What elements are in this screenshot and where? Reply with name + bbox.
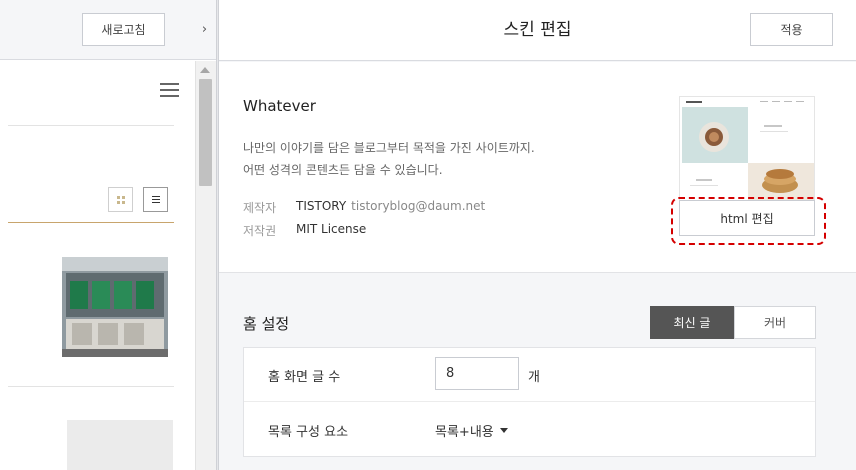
tab-cover[interactable]: 커버 bbox=[734, 306, 816, 339]
apply-button[interactable]: 적용 bbox=[750, 13, 833, 46]
editor-header: 스킨 편집 적용 bbox=[219, 0, 856, 61]
preview-divider-accent bbox=[8, 222, 174, 223]
chevron-right-icon: › bbox=[201, 22, 208, 37]
skin-name: Whatever bbox=[243, 97, 316, 115]
license-label: 저작권 bbox=[243, 224, 277, 238]
license-row: 저작권 MIT License bbox=[243, 222, 366, 239]
grid-icon bbox=[116, 195, 125, 204]
post-count-label: 홈 화면 글 수 bbox=[268, 370, 341, 385]
preview-divider bbox=[8, 386, 174, 387]
author-label: 제작자 bbox=[243, 201, 277, 215]
author-email: tistoryblog@daum.net bbox=[351, 199, 486, 213]
blog-preview[interactable] bbox=[0, 61, 195, 470]
list-components-row: 목록 구성 요소 목록+내용 bbox=[244, 403, 815, 457]
preview-toolbar: 새로고침 › bbox=[0, 0, 216, 60]
author-row: 제작자 TISTORY tistoryblog@daum.net bbox=[243, 199, 485, 216]
tab-recent-posts[interactable]: 최신 글 bbox=[650, 306, 734, 339]
skin-editor-pane: 스킨 편집 적용 Whatever 나만의 이야기를 담은 블로그부터 목적을 … bbox=[219, 0, 856, 470]
refresh-button[interactable]: 새로고침 bbox=[82, 13, 165, 46]
caret-down-icon bbox=[499, 428, 508, 433]
grid-view-button[interactable] bbox=[108, 187, 133, 212]
post-thumbnail[interactable] bbox=[62, 257, 168, 357]
license-value: MIT License bbox=[296, 222, 367, 236]
skin-info-section: Whatever 나만의 이야기를 담은 블로그부터 목적을 가진 사이트까지.… bbox=[219, 62, 856, 273]
list-components-dropdown[interactable]: 목록+내용 bbox=[435, 421, 508, 440]
home-settings-title: 홈 설정 bbox=[243, 315, 290, 333]
skin-thumbnail bbox=[679, 96, 815, 202]
author-name: TISTORY bbox=[296, 199, 347, 213]
post-count-row: 홈 화면 글 수 개 bbox=[244, 348, 815, 402]
post-count-input[interactable] bbox=[435, 357, 519, 390]
list-components-label: 목록 구성 요소 bbox=[268, 425, 349, 440]
preview-pane: 새로고침 › bbox=[0, 0, 216, 470]
post-count-unit: 개 bbox=[528, 370, 540, 385]
scroll-thumb[interactable] bbox=[199, 79, 212, 186]
skin-description-line: 나만의 이야기를 담은 블로그부터 목적을 가진 사이트까지. bbox=[243, 141, 535, 155]
preview-divider bbox=[8, 125, 174, 126]
list-components-value: 목록+내용 bbox=[435, 425, 494, 440]
post-placeholder bbox=[67, 420, 173, 470]
list-view-button[interactable] bbox=[143, 187, 168, 212]
preview-scrollbar[interactable] bbox=[195, 61, 216, 470]
collapse-toggle-button[interactable]: › bbox=[193, 13, 216, 46]
skin-description: 나만의 이야기를 담은 블로그부터 목적을 가진 사이트까지. 어떤 성격의 콘… bbox=[243, 137, 623, 181]
menu-icon[interactable] bbox=[160, 83, 179, 97]
scroll-up-icon[interactable] bbox=[200, 67, 210, 73]
highlight-outline bbox=[671, 197, 826, 245]
skin-description-line: 어떤 성격의 콘텐츠든 담을 수 있습니다. bbox=[243, 163, 443, 177]
home-settings-box: 홈 화면 글 수 개 목록 구성 요소 목록+내용 bbox=[243, 347, 816, 457]
list-icon bbox=[151, 194, 160, 205]
